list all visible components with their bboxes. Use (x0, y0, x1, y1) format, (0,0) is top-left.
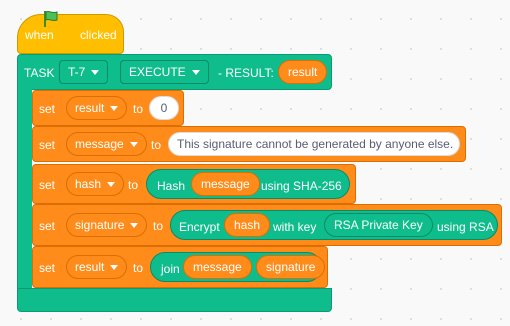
mode-dropdown[interactable]: EXECUTE (120, 60, 209, 84)
with-key-label: with key (273, 220, 317, 234)
variable-dropdown-hash[interactable]: hash (66, 172, 125, 196)
message-text: This signature cannot be generated by an… (177, 137, 454, 151)
key-label: RSA Private Key (334, 218, 423, 232)
set-label: set (39, 261, 56, 275)
encrypt-reporter[interactable]: Encrypt hash with key RSA Private Key us… (170, 210, 498, 240)
chevron-down-icon (110, 264, 119, 270)
rsa-private-key-reporter[interactable]: RSA Private Key (324, 213, 433, 237)
result-variable-reporter[interactable]: result (278, 60, 328, 84)
set-label: set (39, 102, 56, 116)
using-sha-label: using SHA-256 (261, 179, 342, 193)
join-op-label: join (161, 262, 180, 276)
variable-name: hash (75, 177, 102, 191)
encrypt-op-label: Encrypt (179, 220, 220, 234)
variable-dropdown-message[interactable]: message (66, 132, 147, 156)
chevron-down-icon (91, 69, 100, 75)
when-flag-clicked-block[interactable]: when clicked (17, 14, 124, 54)
variable-name: message (75, 137, 124, 151)
value-text: 0 (160, 101, 168, 115)
hash-variable-reporter[interactable]: hash (224, 213, 271, 237)
chevron-down-icon (110, 105, 119, 111)
task-block-bottom (17, 288, 332, 312)
chevron-down-icon (130, 222, 139, 228)
signature-variable-reporter[interactable]: signature (256, 255, 326, 279)
message-variable-reporter[interactable]: message (191, 172, 260, 196)
task-label: TASK (24, 66, 55, 80)
to-label: to (128, 178, 139, 192)
set-message-block[interactable]: set message to This signature cannot be … (32, 126, 466, 162)
result-label: - RESULT: (218, 66, 274, 80)
chevron-down-icon (129, 141, 138, 147)
variable-name: signature (266, 260, 316, 274)
variable-name: hash (234, 218, 261, 232)
value-input[interactable]: 0 (149, 96, 179, 120)
hash-reporter[interactable]: Hash message using SHA-256 (146, 169, 350, 199)
variable-dropdown-result[interactable]: result (66, 96, 128, 120)
task-block-arm (17, 86, 32, 292)
clicked-label: clicked (80, 28, 117, 42)
using-rsa-label: using RSA (437, 220, 494, 234)
variable-name: message (201, 177, 250, 191)
chevron-down-icon (191, 69, 200, 75)
green-flag-icon (44, 10, 58, 27)
to-label: to (133, 261, 144, 275)
set-result-join-block[interactable]: set result to join message signature (32, 246, 328, 288)
message-text-input[interactable]: This signature cannot be generated by an… (168, 132, 460, 156)
task-id-value: T-7 (68, 65, 86, 79)
join-reporter[interactable]: join message signature (150, 252, 326, 282)
chevron-down-icon (107, 181, 116, 187)
set-hash-block[interactable]: set hash to Hash message using SHA-256 (32, 164, 356, 204)
variable-name: result (75, 260, 105, 274)
set-label: set (39, 219, 56, 233)
mode-value: EXECUTE (129, 65, 186, 79)
variable-dropdown-signature[interactable]: signature (66, 213, 148, 237)
variable-dropdown-result[interactable]: result (66, 255, 128, 279)
set-signature-block[interactable]: set signature to Encrypt hash with key R… (32, 204, 502, 246)
set-result-block[interactable]: set result to 0 (32, 90, 184, 126)
when-label: when (25, 28, 54, 42)
task-id-dropdown[interactable]: T-7 (59, 60, 109, 84)
task-block[interactable]: TASK T-7 EXECUTE - RESULT: result (17, 54, 332, 90)
set-label: set (39, 178, 56, 192)
to-label: to (133, 102, 144, 116)
to-label: to (153, 219, 164, 233)
variable-name: signature (75, 218, 125, 232)
result-variable-label: result (288, 65, 318, 79)
set-label: set (39, 138, 56, 152)
variable-name: result (75, 101, 105, 115)
hash-op-label: Hash (157, 179, 186, 193)
variable-name: message (193, 260, 242, 274)
to-label: to (151, 138, 162, 152)
message-variable-reporter[interactable]: message (183, 255, 252, 279)
